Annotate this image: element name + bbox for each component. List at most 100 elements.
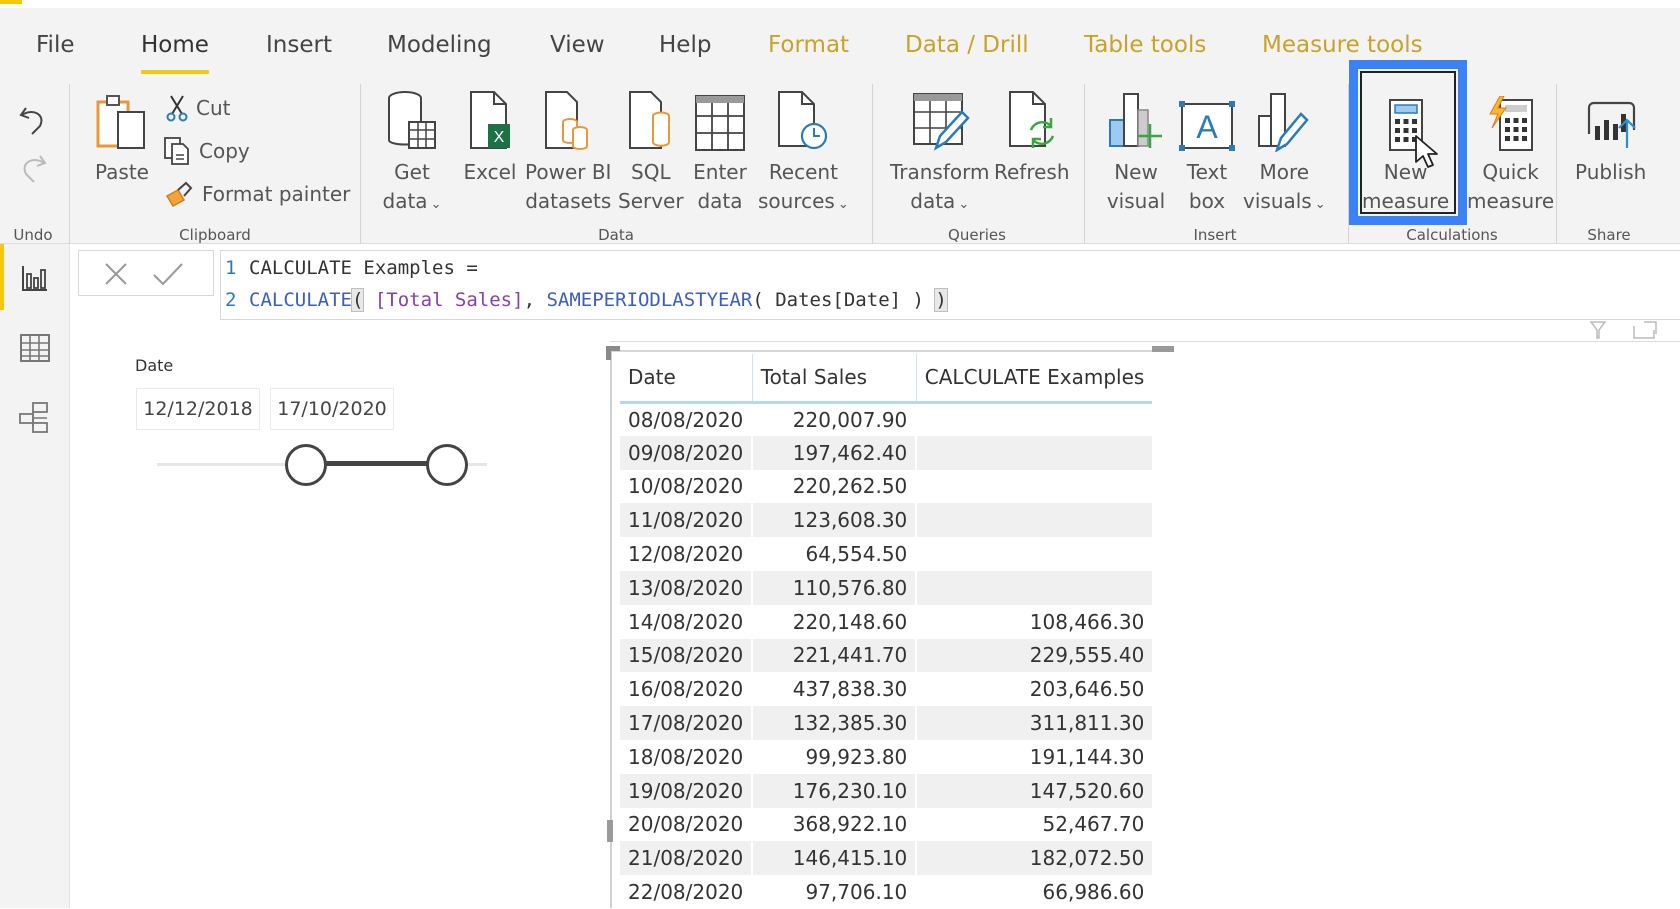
group-separator [872,84,873,244]
date-range-slider[interactable] [157,440,487,490]
line-number: 1 [225,257,237,279]
cell-date: 20/08/2020 [628,812,744,837]
table-row[interactable]: 08/08/2020 220,007.90 [620,402,1153,436]
table-row[interactable]: 11/08/2020 123,608.30 [620,503,1153,538]
cell-total-sales: 110,576.80 [751,570,917,605]
table-row[interactable]: 18/08/2020 99,923.80 191,144.30 [620,739,1153,774]
refresh-label: Refresh [994,160,1070,184]
resize-handle-top[interactable] [1152,346,1174,352]
slicer-end-date[interactable]: 17/10/2020 [270,388,394,430]
chevron-down-icon: ⌄ [430,197,442,212]
cell-calculate-examples [915,537,1153,571]
redo-button[interactable] [18,152,48,186]
chevron-down-icon: ⌄ [837,197,849,212]
new-measure-focus-border [1360,71,1456,214]
commit-formula-icon[interactable] [151,259,185,289]
table-header-row: Date Total Sales CALCULATE Examples [620,354,1153,404]
view-switcher [0,244,70,908]
new-visual-label: New visual [1107,158,1165,216]
new-visual-button[interactable]: New visual [1106,88,1166,216]
transform-data-icon [912,93,970,151]
data-table: Date Total Sales CALCULATE Examples 08/0… [620,354,1153,909]
get-data-button[interactable]: Get data ⌄ [382,88,442,219]
transform-line2: data [910,189,956,213]
table-row[interactable]: 14/08/2020 220,148.60 108,466.30 [620,604,1153,639]
resize-handle-left[interactable] [607,820,613,842]
tab-help[interactable]: Help [659,32,711,58]
tab-view[interactable]: View [550,32,605,58]
text-box-button[interactable]: A Text box [1177,88,1237,216]
table-grid-icon [695,95,745,151]
filter-icon[interactable] [1588,320,1608,340]
model-view-icon[interactable] [17,400,53,436]
new-measure-highlight [1349,60,1467,225]
recent-line2: sources [758,189,835,213]
group-separator [1556,84,1557,244]
slider-end-handle[interactable] [426,444,469,486]
tab-modeling[interactable]: Modeling [387,32,492,58]
undo-button[interactable] [18,104,48,138]
tab-home[interactable]: Home [141,32,209,74]
cell-calculate-examples [915,469,1153,504]
slider-start-handle[interactable] [284,444,327,486]
column-header-calculate-examples[interactable]: CALCULATE Examples [915,354,1153,404]
resize-corner-handle[interactable] [606,346,620,360]
quick-measure-line2: measure [1467,189,1555,213]
excel-button[interactable]: X Excel [460,88,520,187]
cancel-formula-icon[interactable] [101,259,131,289]
tab-table-tools[interactable]: Table tools [1084,32,1206,58]
copy-button[interactable]: Copy [163,136,250,166]
cell-date: 21/08/2020 [620,841,753,876]
table-row[interactable]: 17/08/2020 132,385.30 311,811.30 [620,706,1153,740]
paste-label: Paste [95,160,149,184]
cell-date: 08/08/2020 [628,407,744,432]
table-row[interactable]: 13/08/2020 110,576.80 [620,570,1153,605]
tab-data-drill[interactable]: Data / Drill [905,32,1029,58]
enter-data-button[interactable]: Enter data [690,88,750,216]
slicer-start-date[interactable]: 12/12/2018 [136,388,260,430]
table-row[interactable]: 19/08/2020 176,230.10 147,520.60 [620,773,1153,808]
format-painter-button[interactable]: Format painter [164,180,350,208]
sql-line1: SQL [631,160,671,184]
dax-formula-editor[interactable]: 1 CALCULATE Examples = 2 CALCULATE( [Total… [220,250,1680,320]
table-row[interactable]: 10/08/2020 220,262.50 [620,469,1153,504]
tab-insert[interactable]: Insert [266,32,332,58]
excel-icon: X [470,91,510,149]
focus-mode-icon[interactable] [1632,320,1658,340]
recent-sources-button[interactable]: Recent sources ⌄ [758,88,849,219]
formula-bar: 1 CALCULATE Examples = 2 CALCULATE( [Total… [78,250,1680,322]
table-row[interactable]: 16/08/2020 437,838.30 203,646.50 [620,672,1153,707]
text-box-line1: Text [1186,160,1228,184]
column-header-total-sales[interactable]: Total Sales [751,354,917,404]
table-row[interactable]: 21/08/2020 146,415.10 182,072.50 [620,841,1153,876]
excel-label: Excel [463,160,517,184]
power-bi-datasets-button[interactable]: Power BI datasets [525,88,611,216]
column-reference: ( Dates[Date] ) [752,289,936,311]
tab-format[interactable]: Format [768,32,849,58]
table-row[interactable]: 15/08/2020 221,441.70 229,555.40 [620,638,1153,673]
transform-data-button[interactable]: Transform data ⌄ [890,88,989,219]
table-visual[interactable]: Date Total Sales CALCULATE Examples 08/0… [606,346,1174,909]
report-view-icon[interactable] [17,260,53,296]
column-header-date[interactable]: Date [620,354,753,404]
table-row[interactable]: 20/08/2020 368,922.10 52,467.70 [620,807,1153,842]
measure-declaration: CALCULATE Examples = [249,257,478,279]
cell-date: 16/08/2020 [628,677,744,702]
refresh-button[interactable]: Refresh [994,88,1070,187]
more-visuals-button[interactable]: More visuals ⌄ [1243,88,1326,219]
publish-button[interactable]: Publish [1575,88,1646,187]
argument-separator: , [523,289,547,311]
table-row[interactable]: 12/08/2020 64,554.50 [620,537,1153,571]
data-view-icon[interactable] [17,330,53,366]
tab-file[interactable]: File [36,32,75,58]
cut-button[interactable]: Cut [166,94,230,122]
table-row[interactable]: 22/08/2020 97,706.10 66,986.60 [620,875,1153,909]
more-visuals-line2: visuals [1243,189,1312,213]
paste-button[interactable]: Paste [92,88,152,187]
group-label-insert: Insert [1193,226,1237,244]
sql-server-button[interactable]: SQL Server [618,88,684,216]
quick-measure-button[interactable]: Quick measure [1467,88,1554,216]
tab-measure-tools[interactable]: Measure tools [1262,32,1423,58]
table-row[interactable]: 09/08/2020 197,462.40 [620,435,1153,470]
visual-border-top [610,350,1166,352]
